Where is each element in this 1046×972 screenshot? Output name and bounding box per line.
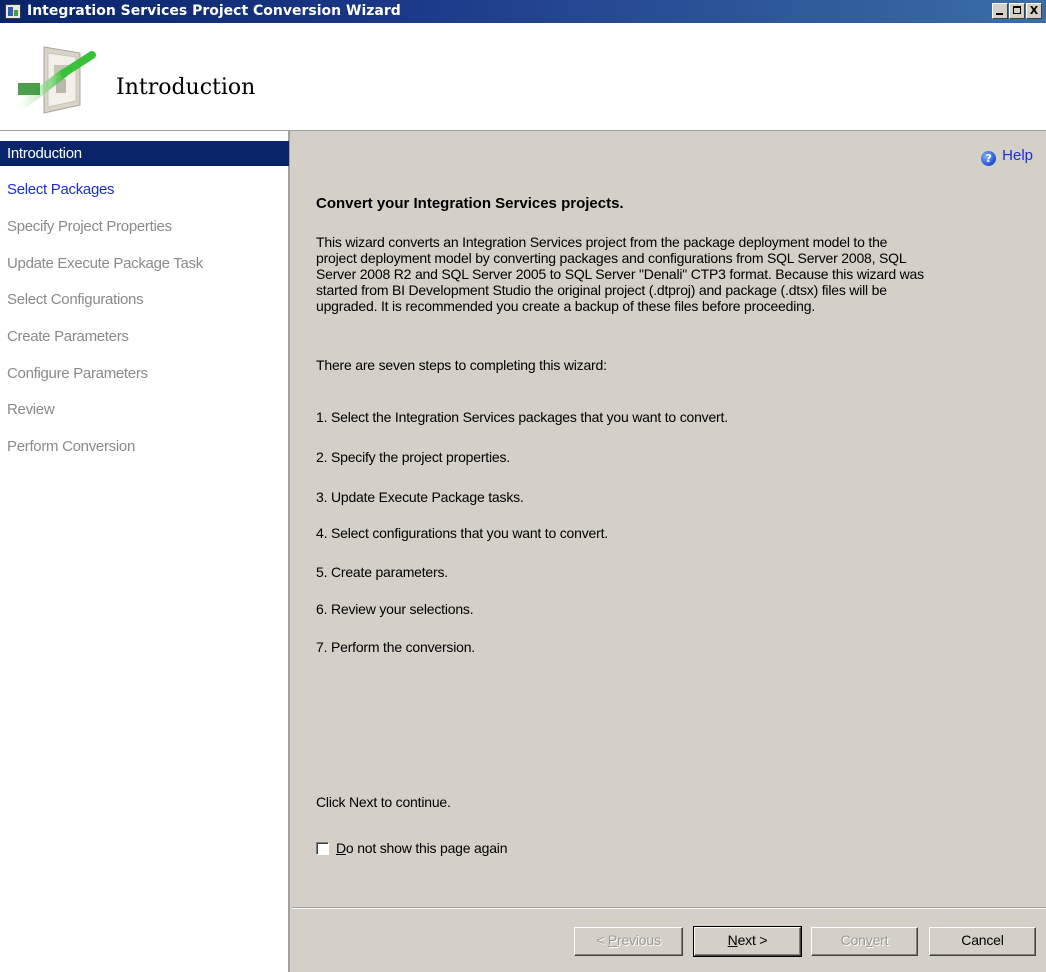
app-icon <box>5 4 21 19</box>
sidebar-item-specify-project-properties: Specify Project Properties <box>7 218 172 235</box>
wizard-window: Integration Services Project Conversion … <box>0 0 1046 972</box>
step-item: 2. Specify the project properties. <box>316 449 510 465</box>
wizard-conversion-graphic-icon <box>18 46 96 114</box>
wizard-steps-sidebar: Introduction Select Packages Specify Pro… <box>0 131 290 972</box>
do-not-show-again-checkbox[interactable] <box>316 842 329 855</box>
sidebar-item-select-packages[interactable]: Select Packages <box>0 177 289 202</box>
help-icon: ? <box>981 151 997 166</box>
maximize-button[interactable] <box>1009 3 1025 19</box>
step-item: 3. Update Execute Package tasks. <box>316 489 524 505</box>
help-label: Help <box>1002 147 1033 164</box>
previous-button[interactable]: < Previous <box>574 927 683 956</box>
minimize-button[interactable] <box>992 3 1008 19</box>
window-title: Integration Services Project Conversion … <box>27 3 401 19</box>
intro-line: Server 2008 R2 and SQL Server 2005 to SQ… <box>316 266 924 282</box>
help-link[interactable]: ? Help <box>981 147 1033 166</box>
button-separator <box>292 907 1046 909</box>
step-item: 7. Perform the conversion. <box>316 639 475 655</box>
wizard-header: Introduction <box>0 23 1046 131</box>
intro-line: This wizard converts an Integration Serv… <box>316 234 888 250</box>
caption-buttons: X <box>991 3 1042 20</box>
intro-line: upgraded. It is recommended you create a… <box>316 298 816 314</box>
steps-intro: There are seven steps to completing this… <box>316 357 607 373</box>
sidebar-item-update-execute-package-task: Update Execute Package Task <box>7 255 203 272</box>
step-item: 1. Select the Integration Services packa… <box>316 409 728 425</box>
wizard-content: ? Help Convert your Integration Services … <box>292 131 1046 972</box>
do-not-show-again-label[interactable]: Do not show this page again <box>336 840 507 856</box>
intro-paragraph: This wizard converts an Integration Serv… <box>316 234 1038 314</box>
page-title: Introduction <box>116 75 256 100</box>
step-item: 5. Create parameters. <box>316 564 448 580</box>
cancel-button[interactable]: Cancel <box>929 927 1036 956</box>
intro-line: project deployment model by converting p… <box>316 250 907 266</box>
sidebar-item-configure-parameters: Configure Parameters <box>7 365 148 382</box>
convert-button[interactable]: Convert <box>811 927 918 956</box>
sidebar-item-perform-conversion: Perform Conversion <box>7 438 135 455</box>
title-bar[interactable]: Integration Services Project Conversion … <box>0 0 1046 23</box>
close-button[interactable]: X <box>1026 3 1042 19</box>
sidebar-item-select-configurations: Select Configurations <box>7 291 144 308</box>
sidebar-item-review: Review <box>7 401 55 418</box>
continue-text: Click Next to continue. <box>316 794 451 810</box>
intro-line: started from BI Development Studio the o… <box>316 282 887 298</box>
next-button[interactable]: Next > <box>693 926 802 957</box>
sidebar-item-create-parameters: Create Parameters <box>7 328 129 345</box>
step-item: 6. Review your selections. <box>316 601 474 617</box>
sidebar-item-introduction[interactable]: Introduction <box>0 141 289 166</box>
step-item: 4. Select configurations that you want t… <box>316 525 608 541</box>
content-heading: Convert your Integration Services projec… <box>316 195 624 212</box>
do-not-show-again-option[interactable]: Do not show this page again <box>316 840 507 856</box>
